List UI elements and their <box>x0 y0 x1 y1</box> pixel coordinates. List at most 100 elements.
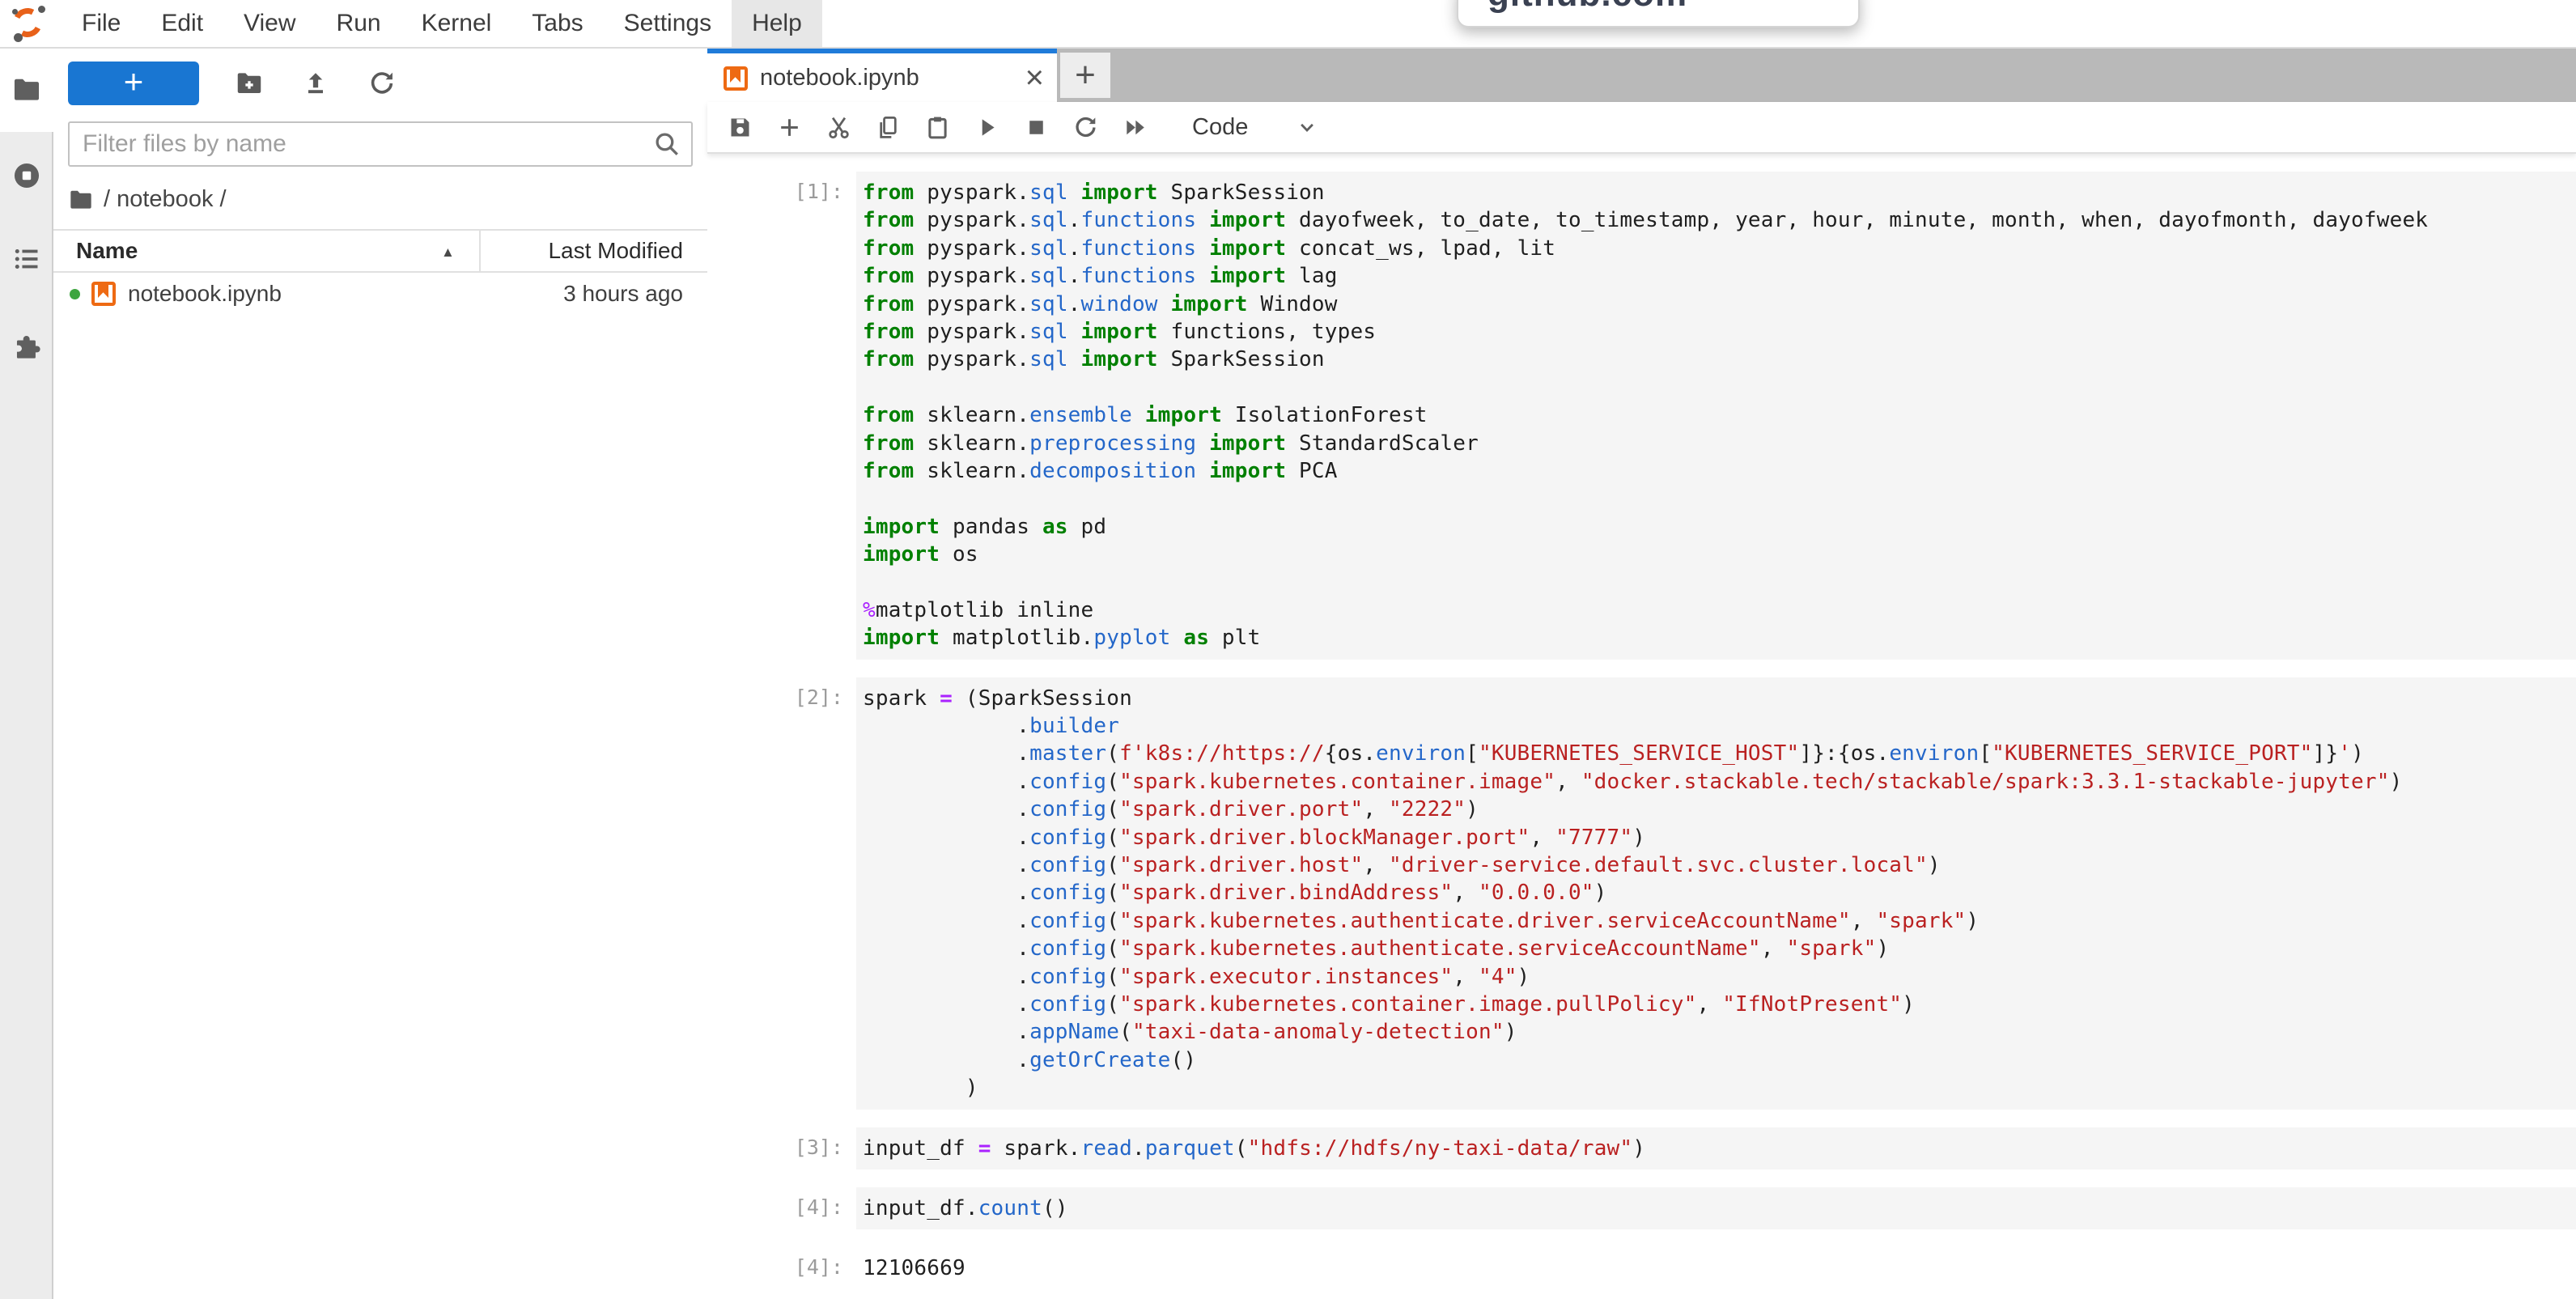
code-line: .config("spark.driver.host", "driver-ser… <box>863 851 2576 879</box>
output-area: 12106669 <box>856 1247 2576 1289</box>
restart-icon[interactable] <box>1069 111 1101 143</box>
save-icon[interactable] <box>724 111 756 143</box>
code-line: .config("spark.driver.blockManager.port"… <box>863 824 2576 851</box>
code-line: .config("spark.executor.instances", "4") <box>863 963 2576 991</box>
file-row[interactable]: notebook.ipynb 3 hours ago <box>53 273 707 315</box>
file-browser-toolbar: + <box>53 49 707 107</box>
output-prompt: [4]: <box>707 1247 856 1289</box>
search-icon <box>652 129 681 159</box>
code-line: ) <box>863 1074 2576 1102</box>
menu-file[interactable]: File <box>62 0 141 47</box>
code-line: from sklearn.ensemble import IsolationFo… <box>863 401 2576 429</box>
close-icon[interactable]: × <box>1025 62 1044 94</box>
code-line: from sklearn.decomposition import PCA <box>863 457 2576 485</box>
code-line: .config("spark.driver.port", "2222") <box>863 796 2576 823</box>
notebook-content: [1]:from pyspark.sql import SparkSession… <box>707 154 2576 1299</box>
menu-edit[interactable]: Edit <box>141 0 223 47</box>
code-editor[interactable]: input_df.count() <box>856 1187 2576 1229</box>
cut-icon[interactable] <box>822 111 855 143</box>
menu-tabs[interactable]: Tabs <box>511 0 603 47</box>
code-line: .config("spark.kubernetes.container.imag… <box>863 991 2576 1018</box>
output-cell: [4]:12106669 <box>707 1247 2576 1289</box>
filter-files-input[interactable] <box>68 121 693 167</box>
puzzle-icon[interactable] <box>11 332 43 364</box>
code-editor[interactable]: spark = (SparkSession .builder .master(f… <box>856 677 2576 1110</box>
browser-popup-origin: github.com <box>1487 0 1687 15</box>
code-line: from pyspark.sql.window import Window <box>863 291 2576 318</box>
menu-settings[interactable]: Settings <box>604 0 732 47</box>
code-line: from pyspark.sql import SparkSession <box>863 179 2576 206</box>
sort-ascending-icon[interactable]: ▲ <box>441 244 455 261</box>
code-line: import matplotlib.pyplot as plt <box>863 624 2576 652</box>
new-tab-button[interactable]: + <box>1060 53 1110 98</box>
menu-items: FileEditViewRunKernelTabsSettingsHelp <box>62 0 822 47</box>
notebook-file-icon <box>91 282 116 306</box>
code-line: .builder <box>863 712 2576 740</box>
code-line: .master(f'k8s://https://{os.environ["KUB… <box>863 740 2576 767</box>
code-line: import pandas as pd <box>863 513 2576 541</box>
file-listing-header: Name ▲ Last Modified <box>53 229 707 273</box>
code-line: 12106669 <box>863 1254 2576 1282</box>
code-line: from pyspark.sql import SparkSession <box>863 346 2576 373</box>
folder-icon[interactable] <box>11 74 43 106</box>
file-last-modified: 3 hours ago <box>563 281 683 307</box>
code-line: .config("spark.kubernetes.container.imag… <box>863 768 2576 796</box>
file-browser-actions <box>199 67 398 100</box>
notebook-tab-icon <box>724 66 748 91</box>
stop-circle-icon[interactable] <box>11 159 43 192</box>
breadcrumb-folder-icon[interactable] <box>68 187 94 213</box>
input-prompt: [3]: <box>707 1127 856 1170</box>
code-line: input_df.count() <box>863 1195 2576 1222</box>
chevron-down-icon[interactable] <box>1295 115 1319 139</box>
menu-run[interactable]: Run <box>316 0 401 47</box>
jupyter-logo-icon <box>10 5 47 42</box>
code-line: from pyspark.sql import functions, types <box>863 318 2576 346</box>
column-header-name[interactable]: Name <box>76 238 138 264</box>
code-line: from pyspark.sql.functions import dayofw… <box>863 206 2576 234</box>
column-divider <box>479 231 481 271</box>
tab-notebook[interactable]: notebook.ipynb × <box>707 49 1057 102</box>
code-line: input_df = spark.read.parquet("hdfs://hd… <box>863 1135 2576 1162</box>
code-line: from pyspark.sql.functions import lag <box>863 262 2576 290</box>
code-line: .config("spark.kubernetes.authenticate.s… <box>863 935 2576 962</box>
breadcrumb-path[interactable]: / notebook / <box>104 186 227 213</box>
run-icon[interactable] <box>970 111 1003 143</box>
code-line: .config("spark.driver.bindAddress", "0.0… <box>863 879 2576 906</box>
menu-view[interactable]: View <box>223 0 316 47</box>
browser-popup: github.com <box>1457 0 1860 28</box>
code-line: from sklearn.preprocessing import Standa… <box>863 430 2576 457</box>
menu-kernel[interactable]: Kernel <box>401 0 512 47</box>
code-line: spark = (SparkSession <box>863 685 2576 712</box>
upload-icon[interactable] <box>299 67 332 100</box>
copy-icon[interactable] <box>872 111 904 143</box>
tab-bar: notebook.ipynb × + <box>707 49 2576 102</box>
column-header-last-modified[interactable]: Last Modified <box>548 238 683 264</box>
input-prompt: [1]: <box>707 172 856 660</box>
code-cell: [4]:input_df.count() <box>707 1187 2576 1229</box>
code-editor[interactable]: from pyspark.sql import SparkSessionfrom… <box>856 172 2576 660</box>
menu-help[interactable]: Help <box>732 0 822 47</box>
new-launcher-button[interactable]: + <box>68 62 199 105</box>
toc-icon[interactable] <box>11 243 43 275</box>
new-folder-icon[interactable] <box>233 67 265 100</box>
input-prompt: [2]: <box>707 677 856 1110</box>
code-cell: [1]:from pyspark.sql import SparkSession… <box>707 172 2576 660</box>
filter-wrap <box>68 121 693 167</box>
refresh-icon[interactable] <box>366 67 398 100</box>
stop-icon[interactable] <box>1020 111 1052 143</box>
code-line <box>863 485 2576 512</box>
code-cell: [2]:spark = (SparkSession .builder .mast… <box>707 677 2576 1110</box>
cell-type-dropdown[interactable]: Code <box>1192 114 1248 141</box>
activity-bar <box>0 49 53 1299</box>
code-line: .config("spark.kubernetes.authenticate.d… <box>863 907 2576 935</box>
file-name: notebook.ipynb <box>128 281 282 307</box>
add-icon[interactable] <box>773 111 805 143</box>
breadcrumb: / notebook / <box>68 186 707 213</box>
menu-bar: FileEditViewRunKernelTabsSettingsHelp <box>0 0 2576 49</box>
run-all-icon[interactable] <box>1118 111 1151 143</box>
paste-icon[interactable] <box>921 111 953 143</box>
file-browser-panel: + / notebook / Name ▲ Last Modified note… <box>53 49 707 1299</box>
workspace: notebook.ipynb × + Code [1]:from pyspark… <box>707 49 2576 1299</box>
notebook-toolbar: Code <box>707 102 2576 154</box>
code-editor[interactable]: input_df = spark.read.parquet("hdfs://hd… <box>856 1127 2576 1170</box>
